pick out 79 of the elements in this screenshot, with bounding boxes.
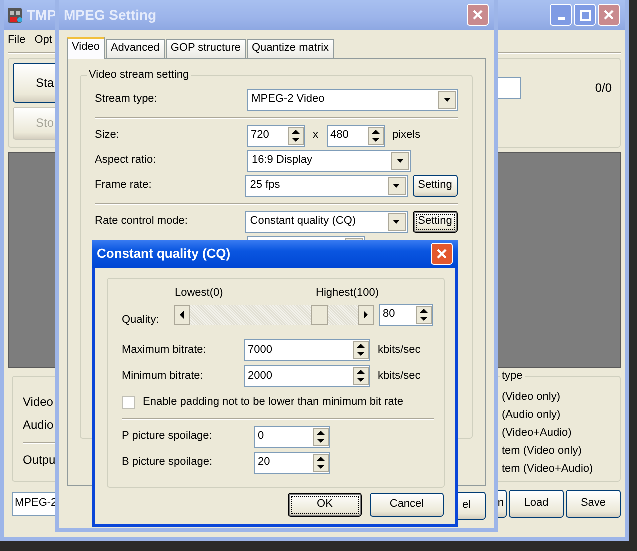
- minimize-icon: [558, 17, 564, 20]
- spin-field[interactable]: 7000: [244, 339, 370, 362]
- field-label: Rate control mode:: [95, 215, 189, 229]
- spin-field[interactable]: 80: [379, 304, 433, 326]
- spin-field[interactable]: 2000: [244, 365, 370, 388]
- close-icon: [604, 10, 614, 20]
- field-label: Frame rate:: [95, 179, 153, 193]
- scale-label: Lowest(0): [175, 287, 224, 300]
- field-label: Minimum bitrate:: [122, 370, 204, 383]
- dropdown[interactable]: MPEG-2 Video: [246, 89, 458, 111]
- tab[interactable]: Quantize matrix: [246, 39, 334, 58]
- close-button[interactable]: [431, 243, 453, 265]
- caret-icon: [393, 184, 400, 188]
- button[interactable]: Save: [566, 490, 621, 518]
- close-icon: [473, 10, 483, 20]
- label: x: [313, 129, 318, 143]
- spinner-arrows-icon[interactable]: [416, 306, 432, 324]
- spinner-arrows-icon[interactable]: [288, 127, 304, 145]
- unit-label: kbits/sec: [378, 344, 421, 357]
- close-button[interactable]: [467, 4, 489, 26]
- maximize-button[interactable]: [574, 4, 596, 26]
- button[interactable]: OK: [288, 493, 362, 517]
- option-label[interactable]: (Video+Audio): [502, 427, 614, 445]
- caret-icon: [393, 220, 400, 224]
- maximize-icon: [580, 10, 590, 20]
- tab[interactable]: GOP structure: [166, 39, 246, 58]
- spinner-arrows-icon[interactable]: [353, 367, 369, 386]
- spin-field[interactable]: 480: [326, 125, 384, 147]
- button[interactable]: Load: [509, 490, 564, 518]
- label: Outpu: [23, 452, 56, 468]
- caret-icon: [444, 98, 450, 102]
- option-label[interactable]: (Video only): [502, 391, 614, 409]
- option-label[interactable]: (Audio only): [502, 409, 614, 427]
- spinner-arrows-icon[interactable]: [353, 341, 369, 360]
- field-label: Aspect ratio:: [95, 154, 158, 168]
- option-label[interactable]: tem (Video+Audio): [502, 463, 614, 481]
- spin-field[interactable]: 720: [247, 125, 305, 147]
- field-label: P picture spoilage:: [122, 430, 214, 444]
- close-icon: [437, 249, 447, 259]
- window-title: Constant quality (CQ): [97, 246, 231, 262]
- spin-field[interactable]: 0: [254, 426, 330, 448]
- label: Video: [23, 395, 54, 410]
- app-icon: [7, 6, 23, 24]
- caret-icon: [396, 159, 404, 163]
- spinner-arrows-icon[interactable]: [368, 127, 384, 145]
- unit-label: pixels: [392, 129, 421, 143]
- dropdown[interactable]: 16:9 Display: [247, 150, 411, 172]
- menu-item[interactable]: Opt: [34, 34, 52, 48]
- dropdown[interactable]: Constant quality (CQ): [245, 211, 408, 233]
- tab[interactable]: Video: [67, 37, 105, 59]
- dropdown[interactable]: 25 fps: [245, 175, 408, 197]
- slider-thumb[interactable]: [310, 304, 328, 325]
- label: Audio: [23, 418, 54, 433]
- field-label: Size:: [95, 129, 120, 143]
- button[interactable]: Cancel: [370, 493, 444, 517]
- checkbox[interactable]: [122, 396, 135, 410]
- window-title: TMP: [27, 6, 57, 24]
- field-label: Maximum bitrate:: [122, 344, 208, 357]
- menu-item[interactable]: File: [8, 34, 26, 48]
- tab[interactable]: Advanced: [106, 39, 165, 58]
- field-label: Stream type:: [95, 93, 158, 107]
- counter-text: 0/0: [595, 80, 612, 96]
- unit-label: kbits/sec: [378, 370, 421, 383]
- spinner-arrows-icon[interactable]: [313, 428, 329, 446]
- spin-field[interactable]: 20: [254, 452, 330, 474]
- setting-button[interactable]: Setting: [412, 175, 458, 197]
- minimize-button[interactable]: [550, 4, 572, 26]
- slider[interactable]: [174, 304, 374, 325]
- close-button[interactable]: [598, 4, 620, 26]
- group-label: type: [500, 370, 525, 384]
- field-label: B picture spoilage:: [122, 456, 214, 470]
- scale-label: Highest(100): [316, 287, 379, 300]
- window-title: MPEG Setting: [64, 6, 157, 24]
- setting-button[interactable]: Setting: [412, 211, 458, 233]
- field-label: Quality:: [122, 314, 160, 328]
- checkbox-label[interactable]: Enable padding not to be lower than minimum bit rate: [143, 396, 404, 410]
- spinner-arrows-icon[interactable]: [313, 454, 329, 472]
- group-label: Video stream setting: [87, 69, 192, 82]
- option-label[interactable]: tem (Video only): [502, 445, 614, 463]
